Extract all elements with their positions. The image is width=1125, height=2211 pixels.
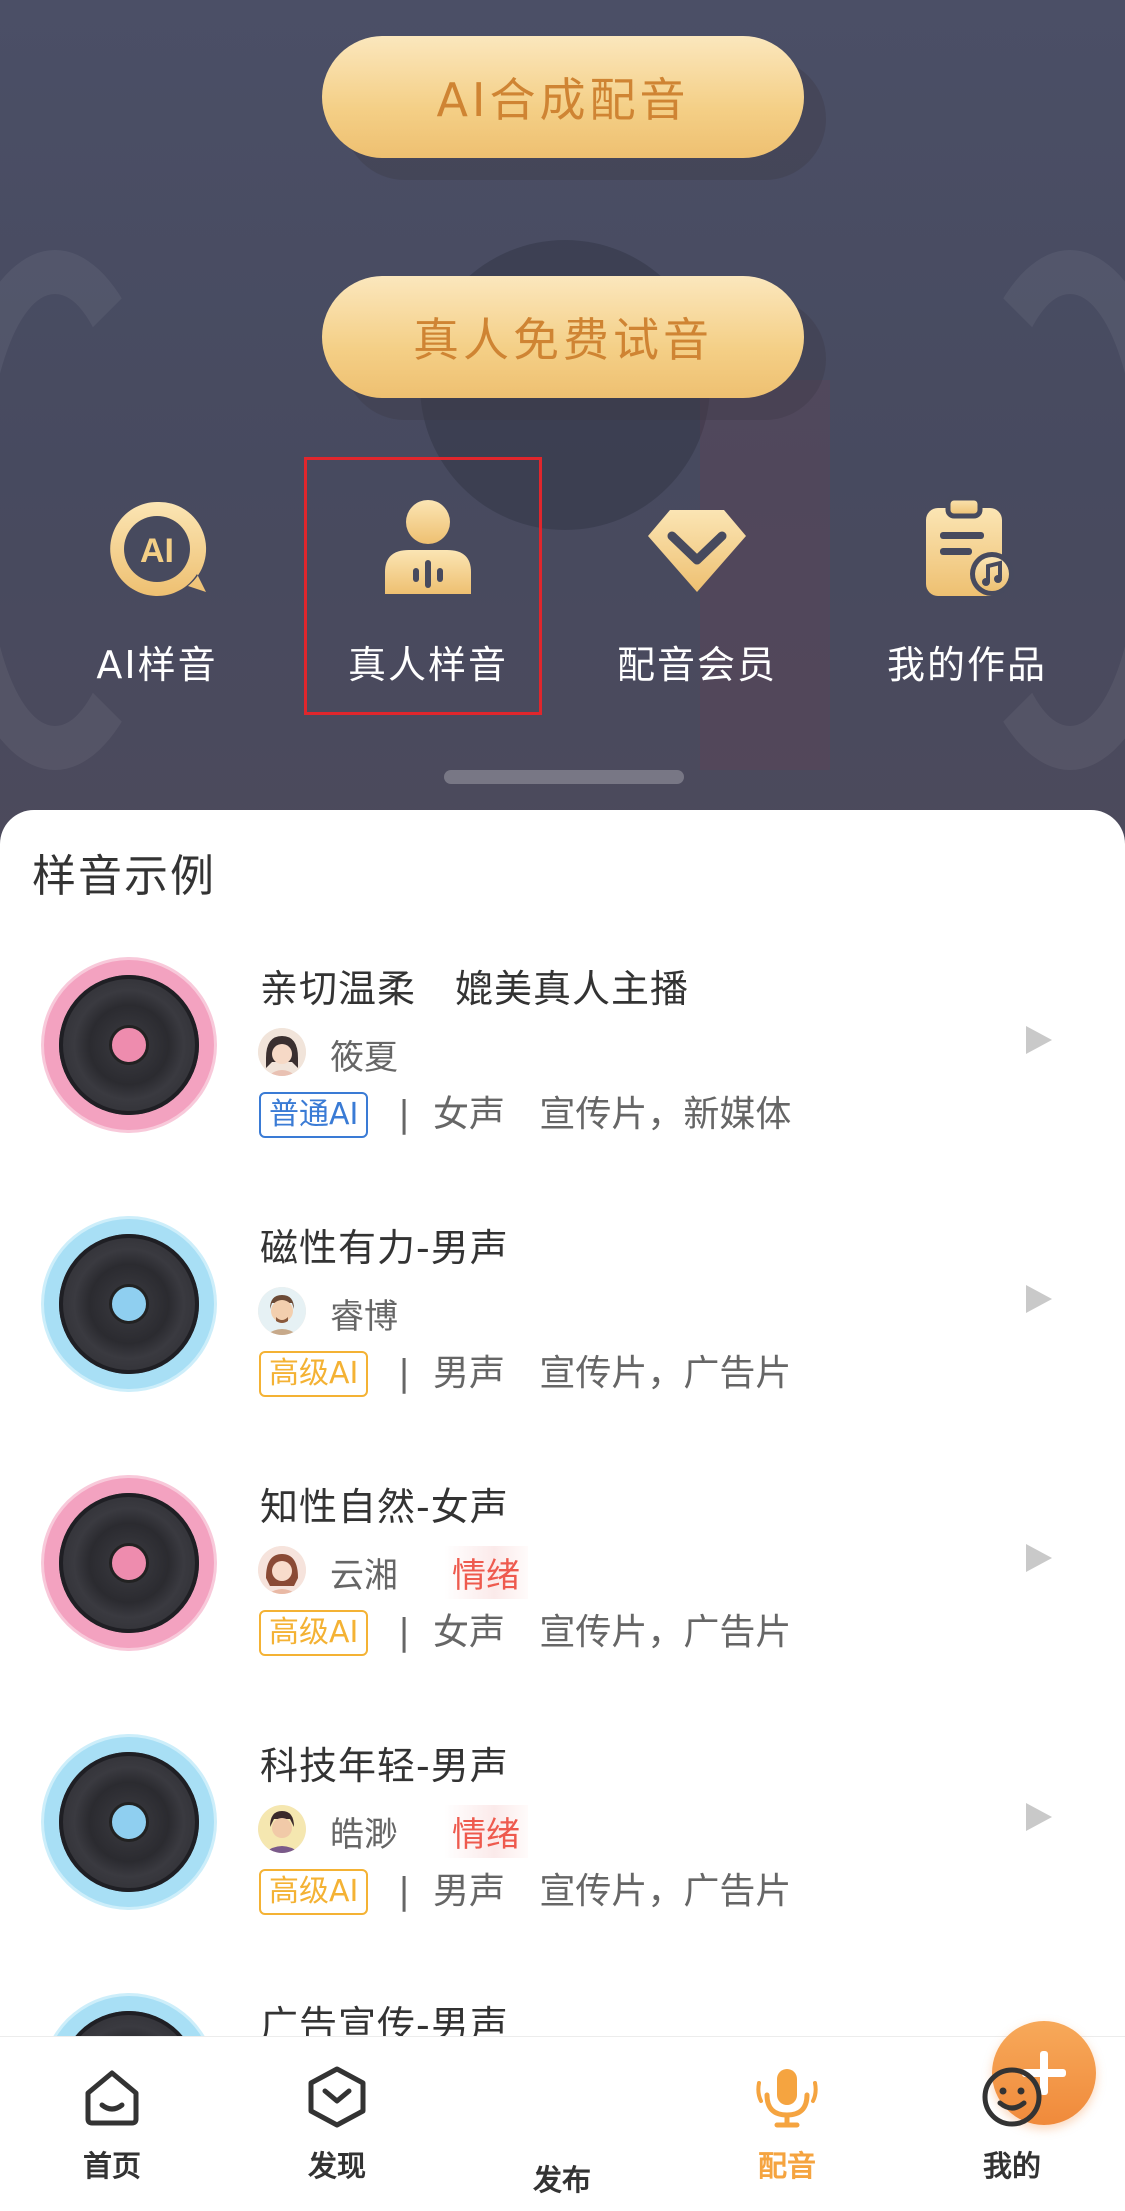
voice-actor-name: 云湘 <box>330 1556 398 1596</box>
ai-dubbing-button[interactable]: AI合成配音 <box>322 36 804 158</box>
hero-banner: AI合成配音 真人免费试音 AI AI样音 真人样音 配音会员 我的作品 <box>0 0 1125 860</box>
play-icon[interactable] <box>1026 1803 1052 1831</box>
sample-meta: | 男声 宣传片，广告片 <box>398 1353 792 1394</box>
use-case-label: 宣传片，广告片 <box>539 1612 792 1653</box>
ai-level-badge: 普通AI <box>259 1092 369 1138</box>
use-case-label: 宣传片，广告片 <box>539 1353 792 1394</box>
ai-level-badge: 高级AI <box>259 1869 369 1915</box>
emotion-badge: 情绪 <box>444 1546 528 1599</box>
sample-meta: | 女声 宣传片，新媒体 <box>398 1094 792 1135</box>
vinyl-disc-icon <box>44 1219 214 1389</box>
voice-actor-name: 睿博 <box>330 1297 398 1337</box>
voice-actor-name: 筱夏 <box>330 1038 398 1078</box>
discover-icon <box>308 2066 366 2128</box>
nav-mine[interactable]: 我的 <box>932 2065 1092 2195</box>
vinyl-disc-icon <box>44 960 214 1130</box>
vinyl-disc-icon <box>44 1737 214 1907</box>
free-audition-button[interactable]: 真人免费试音 <box>322 276 804 398</box>
ai-bubble-icon: AI <box>110 501 207 596</box>
gender-label: 女声 <box>433 1094 506 1135</box>
nav-label: 首页 <box>82 2149 141 2183</box>
sheet-drag-handle[interactable] <box>444 770 684 784</box>
list-item[interactable]: 科技年轻-男声 皓渺 情绪 高级AI | 男声 宣传片，广告片 <box>0 1697 1125 1956</box>
nav-label: 发现 <box>307 2149 366 2183</box>
diamond-icon <box>648 510 746 592</box>
gender-label: 女声 <box>433 1612 506 1653</box>
quick-action-label: 配音会员 <box>616 643 777 687</box>
avatar <box>258 1028 306 1076</box>
list-item[interactable]: 知性自然-女声 云湘 情绪 高级AI | 女声 宣传片，广告片 <box>0 1438 1125 1697</box>
quick-action-my-works[interactable]: 我的作品 <box>852 480 1082 690</box>
play-icon[interactable] <box>1026 1544 1052 1572</box>
play-icon[interactable] <box>1026 1026 1052 1054</box>
nav-label: 发布 <box>532 2163 591 2197</box>
use-case-label: 宣传片，新媒体 <box>539 1094 792 1135</box>
nav-publish[interactable]: 发布 <box>482 2021 1096 2197</box>
ai-level-badge: 高级AI <box>259 1610 369 1656</box>
clipboard-music-icon <box>926 495 1014 596</box>
home-icon <box>85 2070 139 2126</box>
svg-text:AI: AI <box>140 532 174 570</box>
quick-action-membership[interactable]: 配音会员 <box>582 480 812 690</box>
section-title: 样音示例 <box>32 851 216 902</box>
sample-name: 亲切温柔 媲美真人主播 <box>260 967 690 1011</box>
nav-home[interactable]: 首页 <box>32 2065 192 2195</box>
nav-label: 配音 <box>757 2149 816 2183</box>
avatar <box>258 1805 306 1853</box>
ai-level-badge: 高级AI <box>259 1351 369 1397</box>
avatar <box>258 1546 306 1594</box>
play-icon[interactable] <box>1026 1285 1052 1313</box>
nav-dubbing[interactable]: 配音 <box>707 2065 867 2195</box>
smiley-icon <box>982 2067 1042 2127</box>
sample-name: 知性自然-女声 <box>260 1485 509 1529</box>
sample-sheet: 样音示例 亲切温柔 媲美真人主播 筱夏 普通AI | 女声 宣传片，新媒体 磁性… <box>0 810 1125 2050</box>
sample-name: 科技年轻-男声 <box>260 1744 509 1788</box>
sample-name: 磁性有力-男声 <box>260 1226 509 1270</box>
microphone-icon <box>756 2069 818 2128</box>
quick-actions: AI AI样音 真人样音 配音会员 我的作品 <box>0 470 1125 700</box>
sample-list: 亲切温柔 媲美真人主播 筱夏 普通AI | 女声 宣传片，新媒体 磁性有力-男声… <box>0 920 1125 2050</box>
sample-meta: | 女声 宣传片，广告片 <box>398 1612 792 1653</box>
quick-action-label: 我的作品 <box>886 643 1047 687</box>
voice-actor-name: 皓渺 <box>330 1815 398 1855</box>
nav-discover[interactable]: 发现 <box>257 2065 417 2195</box>
nav-label: 我的 <box>982 2149 1041 2183</box>
emotion-badge: 情绪 <box>444 1805 528 1858</box>
vinyl-disc-icon <box>44 1478 214 1648</box>
quick-action-ai-sample[interactable]: AI AI样音 <box>42 480 272 690</box>
list-item[interactable]: 磁性有力-男声 睿博 高级AI | 男声 宣传片，广告片 <box>0 1179 1125 1438</box>
list-item[interactable]: 亲切温柔 媲美真人主播 筱夏 普通AI | 女声 宣传片，新媒体 <box>0 920 1125 1179</box>
sample-meta: | 男声 宣传片，广告片 <box>398 1871 792 1912</box>
avatar <box>258 1287 306 1335</box>
quick-action-label: AI样音 <box>96 643 218 687</box>
selection-highlight-box <box>304 457 542 715</box>
gender-label: 男声 <box>433 1353 506 1394</box>
use-case-label: 宣传片，广告片 <box>539 1871 792 1912</box>
gender-label: 男声 <box>433 1871 506 1912</box>
bottom-nav: 首页 发现 发布 配音 我的 <box>0 2021 1125 2211</box>
